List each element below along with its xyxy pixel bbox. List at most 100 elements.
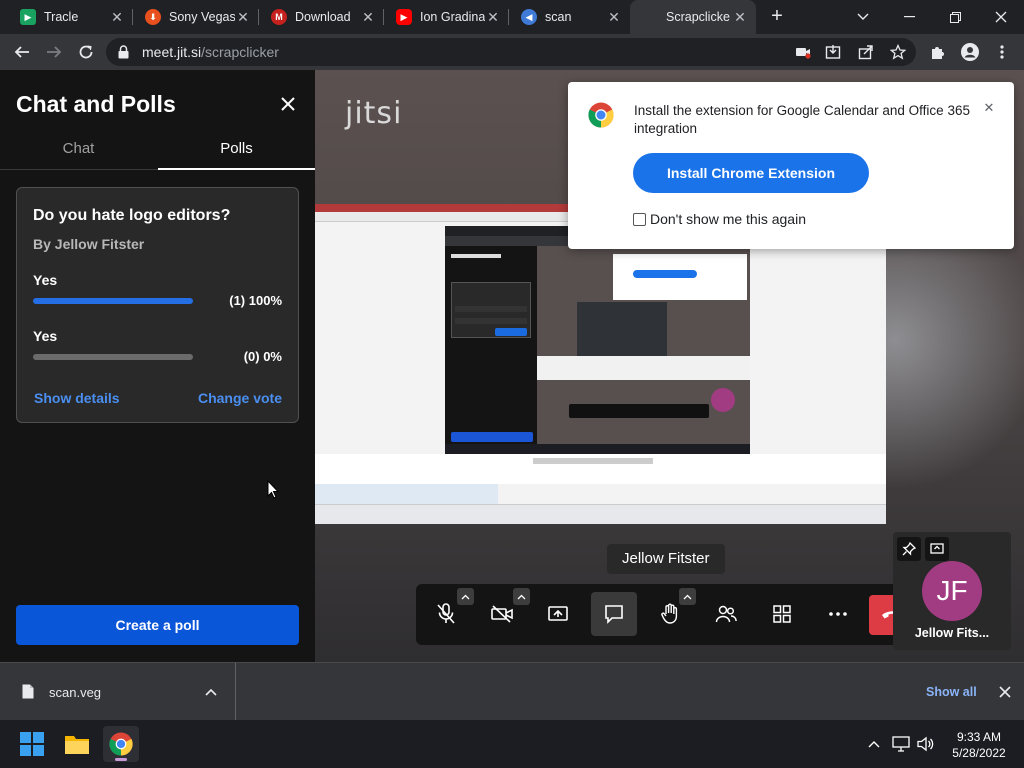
chrome-taskbar-icon[interactable] xyxy=(103,726,139,762)
share-icon[interactable] xyxy=(856,42,876,62)
install-app-icon[interactable] xyxy=(823,42,843,62)
browser-tab-4[interactable]: ◀ scan ✕ xyxy=(509,0,630,34)
scan-favicon-icon: ◀ xyxy=(521,9,537,25)
install-extension-button[interactable]: Install Chrome Extension xyxy=(633,153,869,193)
participant-name: Jellow Fits... xyxy=(914,626,990,640)
tab-title: Scrapclicke xyxy=(666,10,730,24)
poll-card: Do you hate logo editors? By Jellow Fits… xyxy=(16,187,299,423)
new-tab-icon[interactable]: + xyxy=(766,5,788,29)
browser-tab-5-active[interactable]: Scrapclicke ✕ xyxy=(630,0,756,34)
extension-notification: Install the extension for Google Calenda… xyxy=(568,82,1014,249)
windows-taskbar: 9:33 AM 5/28/2022 xyxy=(0,720,1024,768)
mouse-cursor-icon xyxy=(267,479,280,504)
system-clock[interactable]: 9:33 AM 5/28/2022 xyxy=(944,729,1014,761)
close-tab-icon[interactable]: ✕ xyxy=(485,9,501,26)
restore-icon[interactable] xyxy=(932,0,978,34)
close-tab-icon[interactable]: ✕ xyxy=(109,9,125,26)
reactions-chevron-icon[interactable] xyxy=(679,588,696,605)
chevron-up-icon[interactable] xyxy=(205,683,217,701)
poll-question: Do you hate logo editors? xyxy=(33,207,231,224)
poll-author: By Jellow Fitster xyxy=(33,236,145,252)
checkbox-label: Don't show me this again xyxy=(650,211,806,227)
bookmark-star-icon[interactable] xyxy=(888,42,908,62)
raise-hand-icon[interactable] xyxy=(654,588,696,630)
profile-avatar-icon[interactable] xyxy=(960,42,980,62)
avatar: JF xyxy=(922,561,982,621)
tab-chat[interactable]: Chat xyxy=(0,132,157,170)
extensions-puzzle-icon[interactable] xyxy=(928,42,948,62)
file-explorer-icon[interactable] xyxy=(59,726,95,762)
checkbox-icon[interactable] xyxy=(633,212,646,226)
browser-tab-0[interactable]: ▶ Tracle ✕ xyxy=(0,0,133,34)
close-icon[interactable]: ✕ xyxy=(982,100,996,115)
screen-indicator-icon xyxy=(925,537,949,561)
forward-arrow-icon[interactable] xyxy=(42,40,66,64)
download-favicon-icon: ⬇ xyxy=(145,9,161,25)
screen-share-icon[interactable] xyxy=(542,598,574,630)
poll-option-label: Yes xyxy=(33,328,58,344)
show-details-link[interactable]: Show details xyxy=(34,390,120,406)
browser-tab-3[interactable]: ▶ Ion Gradina ✕ xyxy=(384,0,509,34)
tab-search-icon[interactable] xyxy=(840,0,886,34)
panel-tabs: Chat Polls xyxy=(0,132,315,170)
tab-title: Download xyxy=(295,10,351,24)
poll-result-value: (0) 0% xyxy=(243,349,282,364)
close-tab-icon[interactable]: ✕ xyxy=(732,9,748,26)
nested-screen-image xyxy=(445,226,750,454)
tile-view-icon[interactable] xyxy=(766,598,798,630)
change-vote-link[interactable]: Change vote xyxy=(198,390,282,406)
close-window-icon[interactable] xyxy=(978,0,1024,34)
microphone-muted-icon[interactable] xyxy=(430,588,474,630)
tab-polls[interactable]: Polls xyxy=(158,132,315,170)
tab-title: Ion Gradina xyxy=(420,10,485,24)
chevron-up-icon[interactable] xyxy=(864,734,884,754)
poll-option-label: Yes xyxy=(33,272,58,288)
call-toolbar xyxy=(416,584,917,645)
download-filename: scan.veg xyxy=(49,685,102,700)
chat-toggle-icon[interactable] xyxy=(591,592,637,636)
participant-thumbnail[interactable]: JF Jellow Fits... xyxy=(893,532,1011,650)
camera-blocked-icon[interactable] xyxy=(793,42,813,62)
pin-icon[interactable] xyxy=(897,537,921,561)
video-options-chevron-icon[interactable] xyxy=(513,588,530,605)
create-poll-button[interactable]: Create a poll xyxy=(16,605,299,645)
download-bar: scan.veg Show all xyxy=(0,662,1024,720)
browser-tab-2[interactable]: M Download ✕ xyxy=(259,0,384,34)
close-tab-icon[interactable]: ✕ xyxy=(235,9,251,26)
tab-title: Sony Vegas xyxy=(169,10,235,24)
file-icon xyxy=(22,684,34,704)
camera-off-icon[interactable] xyxy=(486,588,530,630)
close-icon[interactable] xyxy=(999,685,1011,703)
participants-icon[interactable] xyxy=(710,598,742,630)
close-tab-icon[interactable]: ✕ xyxy=(606,9,622,26)
url-path: /scrapclicker xyxy=(201,44,279,60)
close-tab-icon[interactable]: ✕ xyxy=(360,9,376,26)
show-all-link[interactable]: Show all xyxy=(926,685,977,699)
browser-tab-1[interactable]: ⬇ Sony Vegas ✕ xyxy=(133,0,259,34)
minimize-icon[interactable] xyxy=(886,0,932,34)
chrome-logo-icon xyxy=(588,102,614,128)
tab-title: Tracle xyxy=(44,10,79,24)
back-arrow-icon[interactable] xyxy=(10,40,34,64)
more-actions-icon[interactable] xyxy=(822,598,854,630)
panel-title: Chat and Polls xyxy=(16,91,176,117)
lock-icon[interactable] xyxy=(118,45,129,64)
poll-result-bar xyxy=(33,298,193,304)
close-icon[interactable] xyxy=(278,94,298,114)
poll-result-value: (1) 100% xyxy=(229,293,282,308)
reload-icon[interactable] xyxy=(74,40,98,64)
download-item[interactable]: scan.veg xyxy=(0,663,236,720)
jitsi-logo: jitsi xyxy=(345,96,403,131)
youtube-favicon-icon: ▶ xyxy=(396,9,412,25)
chrome-menu-icon[interactable] xyxy=(992,42,1012,62)
network-icon[interactable] xyxy=(891,734,911,754)
dont-show-again-checkbox[interactable]: Don't show me this again xyxy=(633,211,806,227)
start-windows-icon[interactable] xyxy=(14,726,50,762)
url-text: meet.jit.si/scrapclicker xyxy=(142,44,279,60)
popup-message: Install the extension for Google Calenda… xyxy=(634,103,970,136)
mega-favicon-icon: M xyxy=(271,9,287,25)
speaker-name-label: Jellow Fitster xyxy=(607,544,725,574)
audio-options-chevron-icon[interactable] xyxy=(457,588,474,605)
volume-icon[interactable] xyxy=(916,734,936,754)
tab-title: scan xyxy=(545,10,572,24)
